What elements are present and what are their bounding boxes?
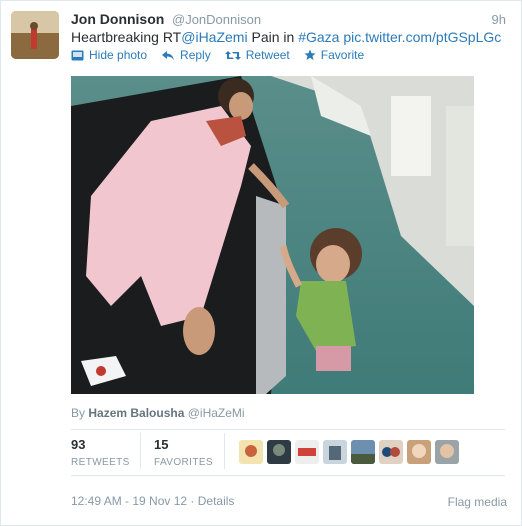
favoriter-avatar[interactable] xyxy=(295,440,319,464)
tweet-time[interactable]: 9h xyxy=(492,12,506,27)
tweet-card: Jon Donnison @JonDonnison 9h Heartbreaki… xyxy=(0,0,522,526)
photo-icon xyxy=(71,50,84,61)
mention-link[interactable]: @iHaZemi xyxy=(181,29,247,45)
stats-bottom-divider xyxy=(71,475,505,476)
stats-separator xyxy=(224,433,225,469)
details-link[interactable]: Details xyxy=(198,494,235,508)
tweet-photo[interactable] xyxy=(71,76,474,394)
favorite-button[interactable]: Favorite xyxy=(304,48,364,62)
hide-photo-label: Hide photo xyxy=(89,48,148,62)
photo-byline: By Hazem Balousha @iHaZeMi xyxy=(71,406,245,420)
flag-media-link[interactable]: Flag media xyxy=(448,495,507,509)
favoriter-avatar[interactable] xyxy=(351,440,375,464)
hide-photo-button[interactable]: Hide photo xyxy=(71,48,147,62)
retweets-count: 93 xyxy=(71,437,86,452)
retweets-stat[interactable]: 93 RETWEETS xyxy=(71,437,130,468)
retweet-button[interactable]: Retweet xyxy=(224,48,290,62)
favoriter-avatar[interactable] xyxy=(267,440,291,464)
reply-button[interactable]: Reply xyxy=(161,48,211,62)
tweet-text-middle: Pain in xyxy=(247,29,299,45)
favoriters-avatars xyxy=(239,440,459,464)
author-avatar[interactable] xyxy=(11,11,59,59)
media-link[interactable]: pic.twitter.com/ptGSpLGc xyxy=(343,29,501,45)
author-name[interactable]: Jon Donnison xyxy=(71,11,164,27)
favorites-stat[interactable]: 15 FAVORITES xyxy=(154,437,213,468)
tweet-timestamp[interactable]: 12:49 AM - 19 Nov 12 xyxy=(71,494,187,508)
favorite-label: Favorite xyxy=(320,48,365,62)
favorites-label: FAVORITES xyxy=(154,457,213,468)
retweets-label: RETWEETS xyxy=(71,457,130,468)
favoriter-avatar[interactable] xyxy=(407,440,431,464)
stats-separator xyxy=(140,433,141,469)
byline-prefix: By xyxy=(71,406,86,420)
footer-separator: · xyxy=(187,494,198,508)
tweet-footer: 12:49 AM - 19 Nov 12 · Details xyxy=(71,494,234,508)
favoriter-avatar[interactable] xyxy=(239,440,263,464)
retweet-icon xyxy=(224,50,241,61)
favorites-count: 15 xyxy=(154,437,169,452)
favoriter-avatar[interactable] xyxy=(379,440,403,464)
favoriter-avatar[interactable] xyxy=(323,440,347,464)
byline-handle[interactable]: @iHaZeMi xyxy=(188,406,245,420)
hashtag-link[interactable]: #Gaza xyxy=(298,29,339,45)
byline-name[interactable]: Hazem Balousha xyxy=(88,406,184,420)
star-icon xyxy=(304,49,316,61)
retweet-label: Retweet xyxy=(245,48,290,62)
reply-label: Reply xyxy=(180,48,211,62)
reply-icon xyxy=(161,50,175,61)
favoriter-avatar[interactable] xyxy=(435,440,459,464)
author-handle[interactable]: @JonDonnison xyxy=(172,12,261,27)
tweet-text-prefix: Heartbreaking RT xyxy=(71,29,182,45)
tweet-text: Heartbreaking RT@iHaZemi Pain in #Gaza p… xyxy=(71,29,501,45)
stats-top-divider xyxy=(71,429,505,430)
tweet-actions: Hide photo Reply Retweet Favorite xyxy=(71,48,364,62)
